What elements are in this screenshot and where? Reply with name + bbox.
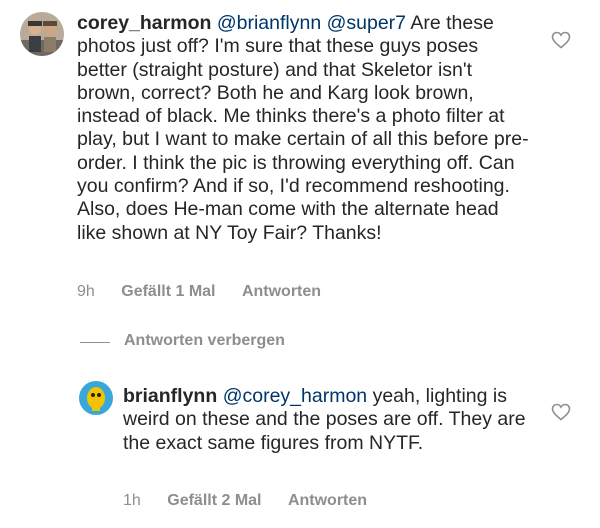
- avatar-image: [20, 12, 64, 56]
- reply-time: 1h: [123, 492, 141, 509]
- comment-time: 9h: [77, 283, 95, 300]
- avatar-image: [78, 380, 114, 416]
- comment-meta: 9h Gefällt 1 Mal Antworten: [77, 282, 343, 302]
- avatar-brianflynn[interactable]: [78, 380, 114, 416]
- comment-reply-button[interactable]: Antworten: [242, 282, 321, 302]
- heart-outline-icon[interactable]: [551, 31, 571, 49]
- mention-corey-harmon[interactable]: @corey_harmon: [223, 385, 367, 407]
- reply-meta: 1h Gefällt 2 Mal Antworten: [123, 491, 389, 511]
- comment-likes-button[interactable]: Gefällt 1 Mal: [121, 282, 215, 302]
- reply-username[interactable]: brianflynn: [123, 385, 217, 407]
- reply-likes-button[interactable]: Gefällt 2 Mal: [167, 491, 261, 511]
- comment-body: Are these photos just off? I'm sure that…: [77, 12, 529, 244]
- heart-outline-icon[interactable]: [551, 403, 571, 421]
- hide-replies-divider: [80, 342, 110, 343]
- reply-reply-button[interactable]: Antworten: [288, 491, 367, 511]
- mention-brianflynn[interactable]: @brianflynn: [217, 12, 321, 34]
- hide-replies-label[interactable]: Antworten verbergen: [124, 332, 285, 350]
- reply-text: brianflynn @corey_harmon yeah, lighting …: [123, 385, 533, 455]
- mention-super7[interactable]: @super7: [327, 12, 406, 34]
- avatar-corey-harmon[interactable]: [20, 12, 64, 56]
- comment-text: corey_harmon @brianflynn @super7 Are the…: [77, 12, 532, 245]
- comment-username[interactable]: corey_harmon: [77, 12, 211, 34]
